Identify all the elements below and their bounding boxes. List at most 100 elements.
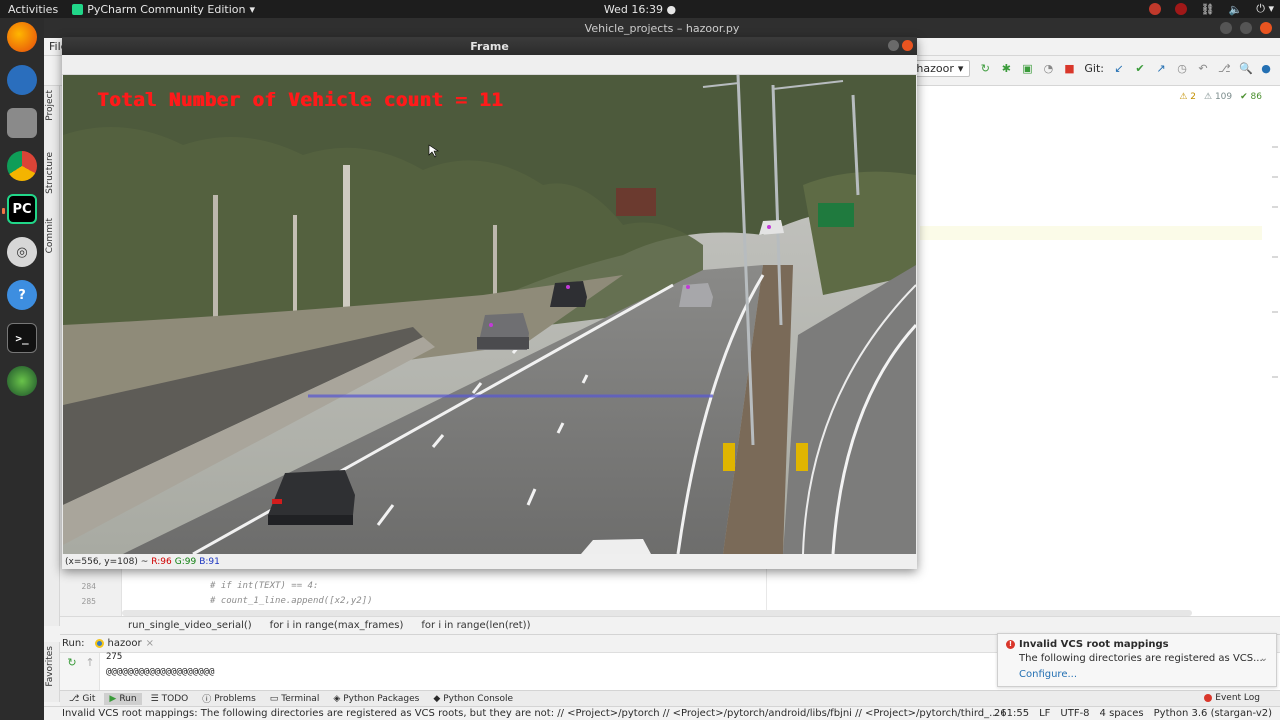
app-menu[interactable]: PyCharm Community Edition ▾: [72, 3, 255, 16]
rerun-icon[interactable]: ↻: [979, 62, 991, 75]
left-tool-strip: Project Structure Commit: [44, 86, 60, 626]
chevron-down-icon: ▾: [249, 2, 256, 16]
run-tab-label: hazoor: [107, 638, 142, 649]
tab-project[interactable]: Project: [45, 90, 55, 121]
console-output: 275: [106, 652, 123, 662]
pixel-coordinates: (x=556, y=108) ~: [65, 556, 149, 567]
status-message[interactable]: Invalid VCS root mappings: The following…: [44, 708, 1004, 719]
chrome-icon[interactable]: [7, 151, 37, 181]
vehicle: [477, 313, 529, 350]
pixel-blue-value: B:91: [199, 556, 220, 567]
tab-commit[interactable]: Commit: [45, 218, 55, 253]
dock: PC ◎ ? >_: [0, 18, 44, 720]
profile-icon[interactable]: ◔: [1042, 62, 1054, 75]
status-bar: Invalid VCS root mappings: The following…: [44, 706, 1280, 720]
pixel-red-value: R:96: [151, 556, 172, 567]
inspection-widget[interactable]: ⚠ 2 ⚠ 109 ✔ 86: [1179, 92, 1262, 102]
thunderbird-icon[interactable]: [7, 65, 37, 95]
frame-toolbar: [62, 55, 917, 75]
files-icon[interactable]: [7, 108, 37, 138]
frame-status-bar: (x=556, y=108) ~ R:96 G:99 B:91: [62, 554, 917, 569]
coverage-icon[interactable]: ▣: [1021, 62, 1033, 75]
network-icon[interactable]: ⛓: [1201, 3, 1215, 16]
run-toolbar: 👤 hazoor ▾ ↻ ✱ ▣ ◔ ■ Git: ↙ ✔ ↗ ◷ ↶ ⎇ 🔍 …: [875, 60, 1272, 77]
configure-link[interactable]: Configure...: [1019, 669, 1077, 680]
vehicle: [679, 283, 713, 307]
tool-button-terminal[interactable]: ▭ Terminal: [265, 693, 325, 705]
highway-scene: [63, 75, 916, 554]
tool-button-python-console[interactable]: ◆ Python Console: [428, 693, 518, 705]
terminal-icon[interactable]: >_: [7, 323, 37, 353]
video-frame[interactable]: Total Number of Vehicle count = 11: [63, 75, 916, 554]
tool-button-python-packages[interactable]: ◈ Python Packages: [328, 693, 424, 705]
power-icon[interactable]: ⏻ ▾: [1256, 2, 1274, 16]
stop-icon[interactable]: ■: [1063, 62, 1075, 75]
frame-minimize-button[interactable]: [888, 40, 899, 51]
history-icon[interactable]: ◷: [1176, 62, 1188, 75]
tool-button-run[interactable]: ▶ Run: [104, 692, 142, 705]
line-separator[interactable]: LF: [1039, 708, 1050, 719]
vehicle: [759, 220, 784, 235]
console-output: @@@@@@@@@@@@@@@@@@@@: [106, 667, 215, 677]
run-tab-hazoor[interactable]: hazoor ×: [94, 638, 154, 649]
terminal-icon: ▭: [269, 693, 279, 704]
frame-close-button[interactable]: [902, 40, 913, 51]
volume-icon[interactable]: 🔈: [1229, 3, 1243, 16]
pycharm-mini-icon: [72, 3, 84, 15]
event-log-button[interactable]: Event Log: [1204, 693, 1260, 703]
git-commit-icon[interactable]: ✔: [1134, 62, 1146, 75]
globe-icon[interactable]: [7, 366, 37, 396]
settings-app-icon[interactable]: ◎: [7, 237, 37, 267]
help-icon[interactable]: ?: [7, 280, 37, 310]
rerun-icon[interactable]: ↻: [66, 657, 78, 669]
search-icon[interactable]: 🔍: [1239, 62, 1253, 75]
activities-button[interactable]: Activities: [0, 3, 66, 16]
update-icon[interactable]: ●: [1260, 62, 1272, 75]
tab-structure[interactable]: Structure: [45, 152, 55, 194]
notification-body: The following directories are registered…: [1019, 653, 1263, 664]
firefox-icon[interactable]: [7, 22, 37, 52]
pixel-green-value: G:99: [174, 556, 197, 567]
git-push-icon[interactable]: ↗: [1155, 62, 1167, 75]
rollback-icon[interactable]: ↶: [1197, 62, 1209, 75]
minimize-button[interactable]: [1220, 22, 1232, 34]
git-update-icon[interactable]: ↙: [1113, 62, 1125, 75]
debug-icon[interactable]: ✱: [1000, 62, 1012, 75]
chevron-down-icon: ▾: [957, 62, 964, 75]
breadcrumb-item[interactable]: for i in range(len(ret)): [421, 620, 530, 631]
app-menu-label: PyCharm Community Edition: [87, 2, 246, 16]
caret-position[interactable]: 261:55: [994, 708, 1029, 719]
line-number: 285: [81, 597, 96, 606]
run-label: Run:: [62, 638, 85, 649]
breadcrumb-item[interactable]: for i in range(max_frames): [270, 620, 404, 631]
close-icon[interactable]: ×: [146, 638, 154, 649]
branches-icon[interactable]: ⎇: [1218, 62, 1231, 75]
breadcrumb-item[interactable]: run_single_video_serial(): [128, 620, 252, 631]
tool-button-problems[interactable]: ⓘ Problems: [197, 691, 261, 706]
tool-button-todo[interactable]: ☰ TODO: [146, 693, 194, 705]
system-top-bar: Activities PyCharm Community Edition ▾ W…: [0, 0, 1280, 18]
indent-setting[interactable]: 4 spaces: [1100, 708, 1144, 719]
vehicle: [550, 281, 587, 307]
tab-favorites[interactable]: Favorites: [45, 646, 55, 687]
clock[interactable]: Wed 16:39 ●: [604, 3, 676, 16]
tool-button-git[interactable]: ⎇ Git: [64, 693, 100, 705]
weak-warning-count: ⚠ 109: [1204, 92, 1233, 102]
play-icon: ▶: [109, 693, 117, 704]
recording-icon[interactable]: [1174, 3, 1187, 15]
tool-window-bar: ⎇ Git ▶ Run ☰ TODO ⓘ Problems ▭ Terminal ◈ Pyt…: [60, 690, 1280, 706]
up-arrow-icon[interactable]: ↑: [84, 657, 96, 669]
ide-titlebar: Vehicle_projects – hazoor.py: [44, 18, 1280, 38]
error-icon: !: [1006, 640, 1015, 649]
run-configuration-label: hazoor: [916, 62, 954, 75]
git-branch-icon: ⎇: [69, 693, 80, 704]
close-button[interactable]: [1260, 22, 1272, 34]
package-icon: ◈: [333, 693, 341, 704]
maximize-button[interactable]: [1240, 22, 1252, 34]
chevron-down-icon[interactable]: ⌄: [1260, 653, 1268, 664]
file-encoding[interactable]: UTF-8: [1060, 708, 1089, 719]
pycharm-icon[interactable]: PC: [2, 194, 37, 224]
keyboard-layout-icon[interactable]: [1148, 3, 1161, 15]
run-actions: ↻ ↑: [60, 653, 100, 691]
python-interpreter[interactable]: Python 3.6 (stargan-v2): [1154, 708, 1272, 719]
